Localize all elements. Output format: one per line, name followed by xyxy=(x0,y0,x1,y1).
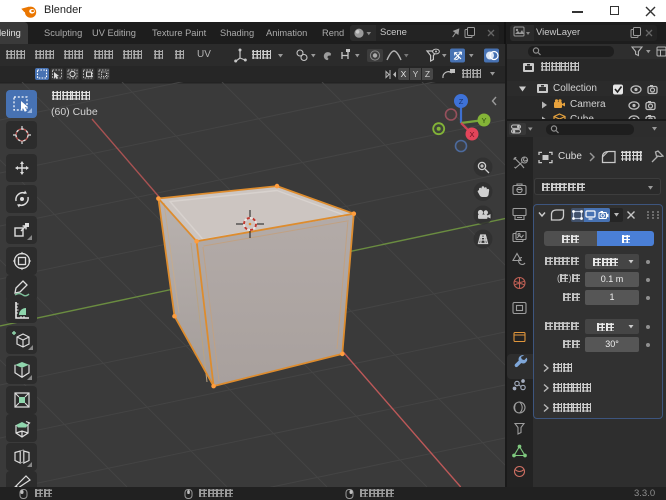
svg-text:Y: Y xyxy=(481,116,486,125)
svg-text:X: X xyxy=(469,130,474,139)
svg-text:Z: Z xyxy=(459,97,464,106)
